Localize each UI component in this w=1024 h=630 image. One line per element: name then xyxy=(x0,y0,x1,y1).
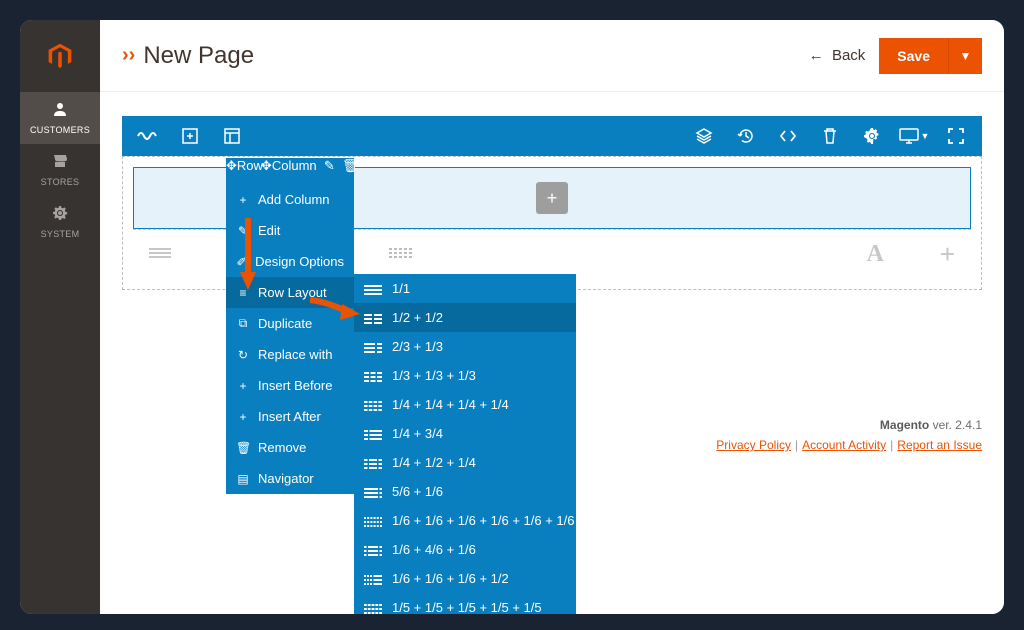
layout-option-1-4-1-2-1-4[interactable]: 1/4 + 1/2 + 1/4 xyxy=(354,448,576,477)
layout-icon xyxy=(364,515,382,527)
desktop-icon[interactable]: ▼ xyxy=(894,116,934,156)
layout-icon xyxy=(364,602,382,614)
layout-icon xyxy=(364,544,382,556)
person-icon xyxy=(52,101,68,121)
trash-icon: 🗑 xyxy=(236,441,250,455)
template-icon[interactable] xyxy=(212,116,252,156)
plus-icon: + xyxy=(236,193,250,207)
layout-option-1-2-1-2[interactable]: 1/2 + 1/2 xyxy=(354,303,576,332)
layers-icon[interactable] xyxy=(684,116,724,156)
history-icon[interactable] xyxy=(726,116,766,156)
layout-option-quarters[interactable]: 1/4 + 1/4 + 1/4 + 1/4 xyxy=(354,390,576,419)
fullscreen-icon[interactable] xyxy=(936,116,976,156)
layout-option-1-6x3-1-2[interactable]: 1/6 + 1/6 + 1/6 + 1/2 xyxy=(354,564,576,593)
title-chevrons-icon: ›› xyxy=(122,44,135,67)
layout-icon xyxy=(364,457,382,469)
back-button[interactable]: ← Back xyxy=(809,47,866,64)
layout-icon xyxy=(364,370,382,382)
row-context-menu: ✥Row ✥Column ✎ 🗑 +Add Column ✎Edit ✐Desi… xyxy=(226,158,354,494)
gear-icon xyxy=(52,205,68,225)
gear-icon[interactable] xyxy=(852,116,892,156)
layout-option-fifths[interactable]: 1/5 + 1/5 + 1/5 + 1/5 + 1/5 xyxy=(354,593,576,614)
magento-logo xyxy=(20,20,100,92)
storefront-icon xyxy=(52,153,68,173)
row-layout-submenu: 1/1 1/2 + 1/2 2/3 + 1/3 1/3 + 1/3 + 1/3 … xyxy=(354,274,576,614)
caret-down-icon: ▼ xyxy=(921,131,930,141)
layout-icon xyxy=(364,283,382,295)
layout-icon xyxy=(364,312,382,324)
wave-icon[interactable] xyxy=(128,116,168,156)
ctx-insert-before[interactable]: +Insert Before xyxy=(226,370,354,401)
page-header: ›› New Page ← Back Save ▼ xyxy=(100,20,1004,92)
save-dropdown-toggle[interactable]: ▼ xyxy=(948,38,982,74)
page-title: New Page xyxy=(143,42,808,70)
palette-row-icon[interactable] xyxy=(149,244,171,265)
nav-label: CUSTOMERS xyxy=(30,125,90,135)
privacy-policy-link[interactable]: Privacy Policy xyxy=(716,438,791,452)
refresh-icon: ↻ xyxy=(236,348,250,362)
builder-toolbar: ▼ xyxy=(122,116,982,156)
code-icon[interactable] xyxy=(768,116,808,156)
nav-label: SYSTEM xyxy=(41,229,80,239)
trash-icon: 🗑 xyxy=(342,158,359,173)
ctx-navigator[interactable]: ▤Navigator xyxy=(226,463,354,494)
palette-plus-icon[interactable]: + xyxy=(940,239,955,270)
version-number: 2.4.1 xyxy=(955,418,982,432)
layout-option-5-6-1-6[interactable]: 5/6 + 1/6 xyxy=(354,477,576,506)
move-icon: ✥ xyxy=(226,158,237,173)
admin-left-nav: CUSTOMERS STORES SYSTEM xyxy=(20,20,100,614)
ctx-insert-after[interactable]: +Insert After xyxy=(226,401,354,432)
add-element-button[interactable]: + xyxy=(536,182,568,214)
layout-option-1-6-4-6-1-6[interactable]: 1/6 + 4/6 + 1/6 xyxy=(354,535,576,564)
ctx-row-layout[interactable]: ≡Row Layout xyxy=(226,277,354,308)
product-name: Magento xyxy=(880,418,929,432)
duplicate-icon: ⧉ xyxy=(236,316,250,331)
layers-icon: ▤ xyxy=(236,472,250,486)
caret-down-icon: ▼ xyxy=(960,49,972,63)
layout-option-sixths[interactable]: 1/6 + 1/6 + 1/6 + 1/6 + 1/6 + 1/6 xyxy=(354,506,576,535)
layout-icon xyxy=(364,341,382,353)
nav-label: STORES xyxy=(41,177,80,187)
layout-option-thirds[interactable]: 1/3 + 1/3 + 1/3 xyxy=(354,361,576,390)
sidebar-item-stores[interactable]: STORES xyxy=(20,144,100,196)
column-tag[interactable]: ✥Column ✎ 🗑 xyxy=(261,158,359,174)
plus-icon: + xyxy=(547,188,558,209)
ctx-design-options[interactable]: ✐Design Options xyxy=(226,246,354,277)
bars-icon: ≡ xyxy=(236,286,250,300)
brush-icon: ✐ xyxy=(236,255,247,269)
sidebar-item-customers[interactable]: CUSTOMERS xyxy=(20,92,100,144)
account-activity-link[interactable]: Account Activity xyxy=(802,438,886,452)
row-tag[interactable]: ✥Row xyxy=(226,158,263,174)
save-button[interactable]: Save xyxy=(879,38,948,74)
trash-icon[interactable] xyxy=(810,116,850,156)
layout-option-1-4-3-4[interactable]: 1/4 + 3/4 xyxy=(354,419,576,448)
arrow-left-icon: ← xyxy=(809,47,824,64)
admin-footer: Magento ver. 2.4.1 Privacy Policy|Accoun… xyxy=(716,418,982,452)
layout-icon xyxy=(364,399,382,411)
layout-icon xyxy=(364,573,382,585)
layout-option-2-3-1-3[interactable]: 2/3 + 1/3 xyxy=(354,332,576,361)
layout-icon xyxy=(364,486,382,498)
move-icon: ✥ xyxy=(261,158,272,173)
ctx-edit[interactable]: ✎Edit xyxy=(226,215,354,246)
sidebar-item-system[interactable]: SYSTEM xyxy=(20,196,100,248)
ctx-replace-with[interactable]: ↻Replace with xyxy=(226,339,354,370)
ctx-add-column[interactable]: +Add Column xyxy=(226,184,354,215)
pencil-icon: ✎ xyxy=(324,158,335,173)
layout-icon xyxy=(364,428,382,440)
add-block-icon[interactable] xyxy=(170,116,210,156)
layout-option-1-1[interactable]: 1/1 xyxy=(354,274,576,303)
pencil-icon: ✎ xyxy=(236,224,250,238)
palette-text-icon[interactable]: A xyxy=(866,241,883,268)
ctx-duplicate[interactable]: ⧉Duplicate xyxy=(226,308,354,339)
plus-icon: + xyxy=(236,410,250,424)
report-issue-link[interactable]: Report an Issue xyxy=(897,438,982,452)
ctx-remove[interactable]: 🗑Remove xyxy=(226,432,354,463)
palette-grid2-icon[interactable] xyxy=(389,244,415,265)
plus-icon: + xyxy=(236,379,250,393)
